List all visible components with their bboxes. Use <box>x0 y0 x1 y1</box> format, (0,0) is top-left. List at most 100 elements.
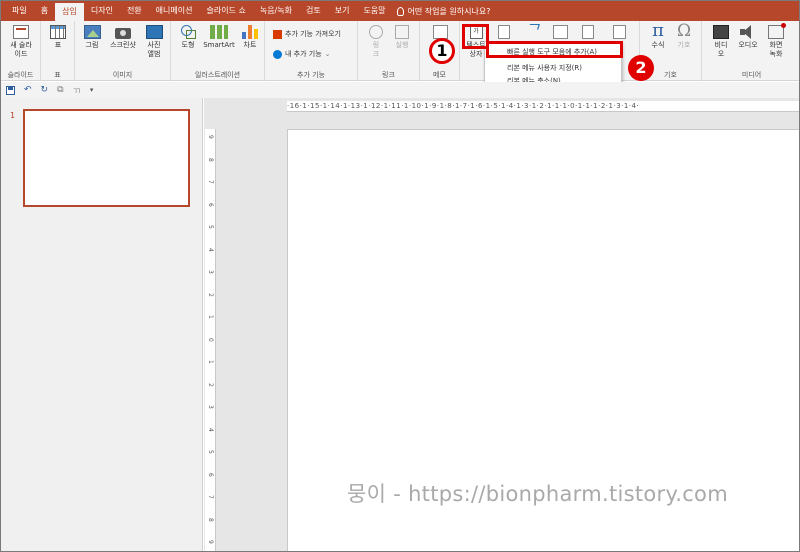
vertical-ruler-tick: 1 <box>207 315 214 319</box>
equation-button[interactable]: π 수식 <box>647 20 669 50</box>
table-icon <box>50 25 66 39</box>
link-label-2: 크 <box>372 50 380 58</box>
slide-thumbnail[interactable] <box>23 109 190 207</box>
tell-me-label: 어떤 작업을 원하시나요? <box>407 6 491 16</box>
smartart-icon <box>210 25 228 39</box>
format-icon[interactable]: ㄲ <box>73 84 81 97</box>
memo-icon <box>432 25 448 39</box>
vertical-ruler-tick: 9 <box>207 135 214 139</box>
action-star-icon <box>395 25 409 39</box>
group-label-media: 미디어 <box>741 71 762 79</box>
action-button[interactable]: 실행 <box>392 25 412 50</box>
date-time-button[interactable] <box>552 25 568 41</box>
get-addins-button[interactable]: 추가 기능 가져오기 <box>273 29 341 39</box>
horizontal-ruler: ·16·1·15·1·14·1·13·1·12·1·11·1·10·1·9·1·… <box>287 101 799 112</box>
wordart-icon: ᄀ <box>524 21 540 40</box>
shapes-button[interactable]: 도형 <box>177 25 199 50</box>
slide-number-button[interactable] <box>580 25 596 41</box>
photo-album-button[interactable]: 사진 앨범 <box>143 25 165 59</box>
vertical-ruler-tick: 5 <box>207 450 214 454</box>
powerpoint-window: 파일 홈 삽입 디자인 전환 애니메이션 슬라이드 쇼 녹음/녹화 검토 보기 … <box>0 0 800 552</box>
screenshot-button[interactable]: 스크린샷 <box>107 25 139 50</box>
group-illustrations: 도형 SmartArt 차트 일러스트레이션 <box>171 21 265 81</box>
date-time-icon <box>552 25 568 39</box>
equation-label: 수식 <box>651 41 665 49</box>
vertical-ruler-tick: 2 <box>207 382 214 387</box>
menu-item-highlight-box <box>486 41 623 58</box>
new-slide-button[interactable]: 새 슬라 이드 <box>4 25 38 59</box>
omega-icon: Ω <box>676 21 692 41</box>
speaker-icon <box>740 25 756 39</box>
pi-icon: π <box>652 20 664 41</box>
audio-label: 오디오 <box>738 41 758 49</box>
shapes-icon <box>180 25 196 39</box>
new-slide-label-2: 이드 <box>14 50 28 58</box>
slide-thumbnail-number: 1 <box>10 111 16 120</box>
customize-qat-icon[interactable]: ▾ <box>90 86 94 94</box>
header-footer-icon <box>498 25 510 39</box>
vertical-ruler-tick: 1 <box>207 360 214 364</box>
slide-number-icon <box>582 25 594 39</box>
save-icon[interactable] <box>6 85 15 95</box>
group-label-addins: 추가 기능 <box>297 71 325 79</box>
video-icon <box>713 25 729 39</box>
tab-review[interactable]: 검토 <box>299 1 328 21</box>
tab-animations[interactable]: 애니메이션 <box>149 1 200 21</box>
table-label: 표 <box>54 41 62 49</box>
ribbon: 새 슬라 이드 슬라이드 표 표 그림 스크린샷 사진 앨범 이미지 도형 Sm… <box>1 20 799 81</box>
object-button[interactable] <box>610 25 628 41</box>
get-addins-label: 추가 기능 가져오기 <box>285 30 341 38</box>
symbol-button[interactable]: Ω 기호 <box>673 23 695 50</box>
screenshot-label: 스크린샷 <box>110 41 136 49</box>
table-button[interactable]: 표 <box>49 25 67 50</box>
tab-transitions[interactable]: 전환 <box>120 1 149 21</box>
tab-help[interactable]: 도움말 <box>356 1 392 21</box>
redo-icon[interactable]: ↻ <box>41 85 49 95</box>
tab-home[interactable]: 홈 <box>34 1 55 21</box>
group-images: 그림 스크린샷 사진 앨범 이미지 <box>75 21 171 81</box>
video-button[interactable]: 비디 오 <box>710 25 732 59</box>
group-label-links: 링크 <box>382 71 395 79</box>
wordart-button[interactable]: ᄀ <box>524 21 540 40</box>
chart-button[interactable]: 차트 <box>239 25 261 50</box>
my-addins-button[interactable]: 내 추가 기능 ⌄ <box>273 49 331 59</box>
chart-icon <box>242 25 258 39</box>
undo-icon[interactable]: ↶ <box>24 85 32 95</box>
tell-me-search[interactable]: 어떤 작업을 원하시나요? <box>393 6 491 17</box>
photo-album-label-2: 앨범 <box>147 50 161 58</box>
object-icon <box>612 25 626 39</box>
header-footer-button[interactable] <box>496 25 512 41</box>
audio-button[interactable]: 오디오 <box>735 25 761 50</box>
step-1-callout: 1 <box>429 38 455 64</box>
vertical-ruler-tick: 7 <box>207 495 214 499</box>
video-label-1: 비디 <box>714 41 728 49</box>
shapes-label: 도형 <box>181 41 195 49</box>
group-label-images: 이미지 <box>112 71 133 79</box>
vertical-ruler-tick: 3 <box>207 405 214 409</box>
picture-label: 그림 <box>85 41 99 49</box>
watermark-text: 뭉이 - https://bionpharm.tistory.com <box>347 482 728 506</box>
tab-view[interactable]: 보기 <box>328 1 357 21</box>
tab-file[interactable]: 파일 <box>5 1 34 21</box>
tab-slideshow[interactable]: 슬라이드 쇼 <box>199 1 252 21</box>
vertical-ruler-tick: 5 <box>207 225 214 229</box>
new-slide-icon <box>13 25 29 39</box>
new-slide-label-1: 새 슬라 <box>10 41 32 49</box>
vertical-ruler-tick: 0 <box>207 337 214 342</box>
group-label-memo: 메모 <box>433 71 446 79</box>
link-button[interactable]: 링 크 <box>366 25 386 59</box>
tab-recording[interactable]: 녹음/녹화 <box>253 1 299 21</box>
tab-design[interactable]: 디자인 <box>84 1 120 21</box>
symbol-label: 기호 <box>677 41 691 49</box>
picture-button[interactable]: 그림 <box>81 25 103 50</box>
menu-bar: 파일 홈 삽입 디자인 전환 애니메이션 슬라이드 쇼 녹음/녹화 검토 보기 … <box>1 1 799 21</box>
tab-insert[interactable]: 삽입 <box>55 3 84 21</box>
from-beginning-icon[interactable]: ⧉ <box>57 85 63 95</box>
screen-recording-button[interactable]: 화면 녹화 <box>765 23 787 59</box>
vertical-ruler-tick: 6 <box>207 472 214 477</box>
smartart-button[interactable]: SmartArt <box>202 25 236 50</box>
vertical-ruler-tick: 4 <box>207 247 214 252</box>
lightbulb-icon <box>396 6 404 16</box>
menu-item-customize-ribbon[interactable]: 리본 메뉴 사용자 지정(R) <box>485 62 621 75</box>
my-addins-icon <box>273 49 282 59</box>
